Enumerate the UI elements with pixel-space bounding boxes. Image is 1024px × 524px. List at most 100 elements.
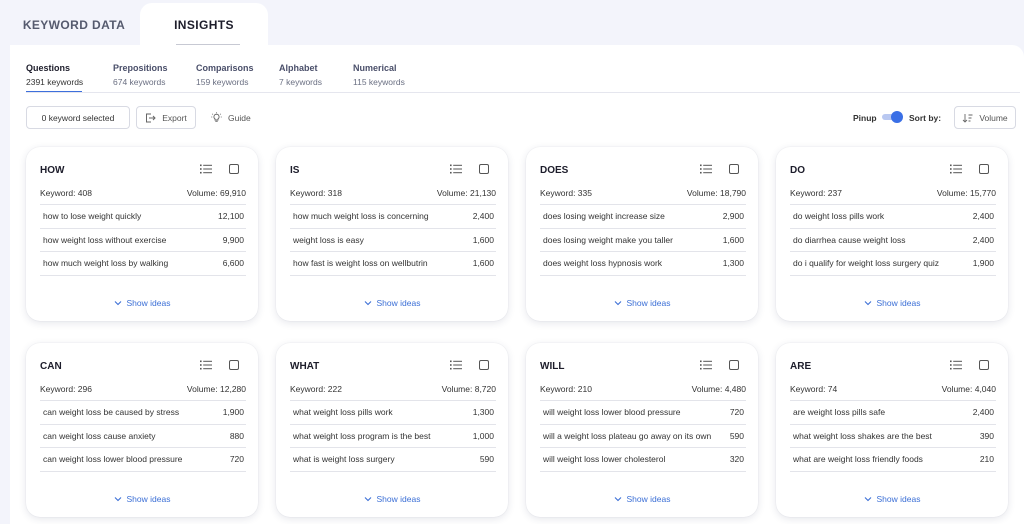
card-checkbox[interactable]	[729, 360, 739, 370]
pinup-label: Pinup	[853, 112, 877, 123]
question-card-what: WHAT Keyword: 222 Volume: 8,720 what wei…	[276, 343, 508, 517]
chevron-down-icon	[114, 301, 121, 306]
show-ideas-label: Show ideas	[876, 494, 921, 504]
subtab-title: Comparisons	[196, 63, 254, 73]
show-ideas-label: Show ideas	[126, 298, 171, 308]
subtab-alphabet[interactable]: Alphabet 7 keywords	[279, 62, 322, 89]
card-checkbox[interactable]	[979, 360, 989, 370]
export-label: Export	[162, 112, 187, 123]
card-checkbox[interactable]	[229, 164, 239, 174]
keyword-count: Keyword: 335	[540, 188, 592, 198]
keyword-volume: 1,300	[472, 407, 494, 418]
export-button[interactable]: Export	[136, 106, 196, 129]
list-view-icon[interactable]	[450, 360, 462, 370]
tab-keyword-data[interactable]: KEYWORD DATA	[8, 3, 140, 46]
list-item[interactable]: how much weight loss is concerning 2,400	[290, 205, 496, 229]
card-title: DOES	[540, 165, 569, 176]
keyword-list: how to lose weight quickly 12,100 how weig…	[40, 204, 246, 276]
subtab-prepositions[interactable]: Prepositions 674 keywords	[113, 62, 168, 89]
list-item[interactable]: does weight loss hypnosis work 1,300	[540, 252, 746, 276]
chevron-down-icon	[614, 497, 621, 502]
keyword-list: does losing weight increase size 2,900 doe…	[540, 204, 746, 276]
list-item[interactable]: will weight loss lower cholesterol 320	[540, 448, 746, 472]
list-item[interactable]: what weight loss shakes are the best 390	[790, 425, 996, 448]
list-item[interactable]: can weight loss be caused by stress 1,900	[40, 401, 246, 425]
keyword-text: what weight loss pills work	[293, 407, 393, 418]
keyword-selected-button[interactable]: 0 keyword selected	[26, 106, 130, 129]
list-item[interactable]: does losing weight increase size 2,900	[540, 205, 746, 229]
keyword-text: does losing weight increase size	[543, 211, 665, 222]
list-view-icon[interactable]	[450, 164, 462, 174]
show-ideas-button[interactable]: Show ideas	[276, 298, 508, 308]
toolbar: 0 keyword selected Export Guide Pinup So…	[26, 106, 1016, 130]
list-view-icon[interactable]	[200, 360, 212, 370]
list-item[interactable]: what weight loss pills work 1,300	[290, 401, 496, 425]
guide-link[interactable]: Guide	[211, 106, 251, 129]
card-title: DO	[790, 165, 805, 176]
chevron-down-icon	[864, 301, 871, 306]
keyword-volume: 12,100	[218, 211, 244, 222]
keyword-list: will weight loss lower blood pressure 720…	[540, 400, 746, 472]
keyword-text: how much weight loss is concerning	[293, 211, 429, 222]
keyword-text: how fast is weight loss on wellbutrin	[293, 258, 428, 269]
list-view-icon[interactable]	[700, 360, 712, 370]
show-ideas-button[interactable]: Show ideas	[526, 494, 758, 504]
keyword-text: what weight loss shakes are the best	[793, 430, 932, 441]
list-view-icon[interactable]	[700, 164, 712, 174]
show-ideas-button[interactable]: Show ideas	[776, 494, 1008, 504]
keyword-volume: 320	[729, 454, 744, 465]
show-ideas-button[interactable]: Show ideas	[26, 494, 258, 504]
card-meta: Keyword: 222 Volume: 8,720	[290, 384, 496, 394]
keyword-volume: 390	[979, 430, 994, 441]
show-ideas-label: Show ideas	[626, 298, 671, 308]
list-item[interactable]: will a weight loss plateau go away on it…	[540, 425, 746, 448]
show-ideas-button[interactable]: Show ideas	[276, 494, 508, 504]
chevron-down-icon	[864, 497, 871, 502]
card-checkbox[interactable]	[979, 164, 989, 174]
card-checkbox[interactable]	[479, 360, 489, 370]
card-meta: Keyword: 237 Volume: 15,770	[790, 188, 996, 198]
subtab-numerical[interactable]: Numerical 115 keywords	[353, 62, 405, 89]
list-item[interactable]: does losing weight make you taller 1,600	[540, 229, 746, 252]
tab-insights[interactable]: INSIGHTS	[140, 3, 268, 46]
list-item[interactable]: can weight loss cause anxiety 880	[40, 425, 246, 448]
list-item[interactable]: do weight loss pills work 2,400	[790, 205, 996, 229]
sort-volume-button[interactable]: Volume	[954, 106, 1016, 129]
card-checkbox[interactable]	[729, 164, 739, 174]
list-item[interactable]: what weight loss program is the best 1,00…	[290, 425, 496, 448]
list-item[interactable]: how much weight loss by walking 6,600	[40, 252, 246, 276]
list-item[interactable]: do i qualify for weight loss surgery qui…	[790, 252, 996, 276]
list-view-icon[interactable]	[200, 164, 212, 174]
list-item[interactable]: what are weight loss friendly foods 210	[790, 448, 996, 472]
card-checkbox[interactable]	[229, 360, 239, 370]
card-checkbox[interactable]	[479, 164, 489, 174]
list-item[interactable]: weight loss is easy 1,600	[290, 229, 496, 252]
keyword-count: Keyword: 408	[40, 188, 92, 198]
list-item[interactable]: are weight loss pills safe 2,400	[790, 401, 996, 425]
list-item[interactable]: do diarrhea cause weight loss 2,400	[790, 229, 996, 252]
keyword-count: Keyword: 318	[290, 188, 342, 198]
subtab-comparisons[interactable]: Comparisons 159 keywords	[196, 62, 254, 89]
subtab-questions[interactable]: Questions 2391 keywords	[26, 62, 83, 93]
show-ideas-button[interactable]: Show ideas	[526, 298, 758, 308]
pinup-toggle[interactable]	[882, 111, 904, 123]
list-item[interactable]: how to lose weight quickly 12,100	[40, 205, 246, 229]
keyword-list: how much weight loss is concerning 2,400 w…	[290, 204, 496, 276]
show-ideas-button[interactable]: Show ideas	[776, 298, 1008, 308]
question-card-does: DOES Keyword: 335 Volume: 18,790 does lo…	[526, 147, 758, 321]
keyword-volume: 1,900	[972, 258, 994, 269]
list-item[interactable]: can weight loss lower blood pressure 720	[40, 448, 246, 472]
card-meta: Keyword: 408 Volume: 69,910	[40, 188, 246, 198]
subtab-title: Questions	[26, 63, 71, 73]
list-item[interactable]: what is weight loss surgery 590	[290, 448, 496, 472]
list-item[interactable]: will weight loss lower blood pressure 720	[540, 401, 746, 425]
subtab-count: 115 keywords	[353, 77, 405, 87]
list-view-icon[interactable]	[950, 164, 962, 174]
list-view-icon[interactable]	[950, 360, 962, 370]
show-ideas-label: Show ideas	[376, 494, 421, 504]
list-item[interactable]: how weight loss without exercise 9,900	[40, 229, 246, 252]
keyword-text: do weight loss pills work	[793, 211, 885, 222]
list-item[interactable]: how fast is weight loss on wellbutrin 1,6…	[290, 252, 496, 276]
show-ideas-button[interactable]: Show ideas	[26, 298, 258, 308]
question-card-will: WILL Keyword: 210 Volume: 4,480 will wei…	[526, 343, 758, 517]
